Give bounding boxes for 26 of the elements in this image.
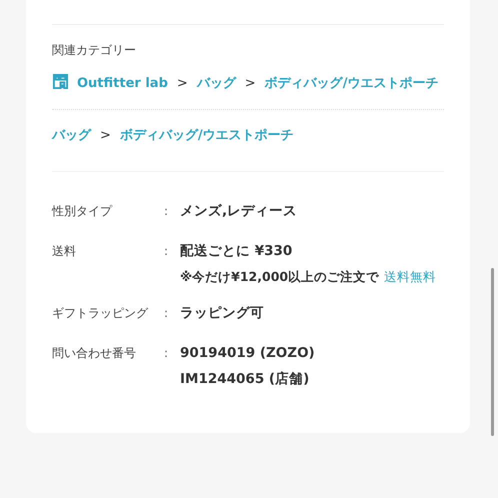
breadcrumb-separator: > [244,76,256,91]
section-heading: 関連カテゴリー [52,42,137,59]
detail-label: ギフトラッピング [52,305,150,322]
detail-label: 送料 [52,243,77,260]
colon: : [164,203,170,220]
store-icon [52,73,69,90]
detail-value: 配送ごとに ¥330 [180,242,294,261]
detail-label: 性別タイプ [52,203,114,220]
colon: : [164,305,170,322]
detail-label: 問い合わせ番号 [52,345,137,362]
colon: : [164,345,170,362]
detail-value: IM1244065 (店舗) [180,370,310,389]
detail-value: 90194019 (ZOZO) [180,344,316,363]
scrollbar[interactable] [491,268,494,436]
colon: : [164,243,170,260]
breadcrumb-separator: > [176,76,188,91]
shipping-note: ※今だけ¥12,000以上のご注文で [180,269,380,284]
category-link[interactable]: ボディバッグ/ウエストポーチ [264,76,438,91]
free-shipping-link[interactable]: 送料無料 [384,269,436,284]
detail-value: ラッピング可 [180,304,265,323]
detail-value: メンズ,レディース [180,202,298,221]
category-link[interactable]: ボディバッグ/ウエストポーチ [120,128,294,143]
store-link[interactable]: Outfitter lab [77,76,168,91]
category-link[interactable]: バッグ [196,76,236,91]
breadcrumb-separator: > [100,128,111,143]
category-link[interactable]: バッグ [52,128,91,143]
